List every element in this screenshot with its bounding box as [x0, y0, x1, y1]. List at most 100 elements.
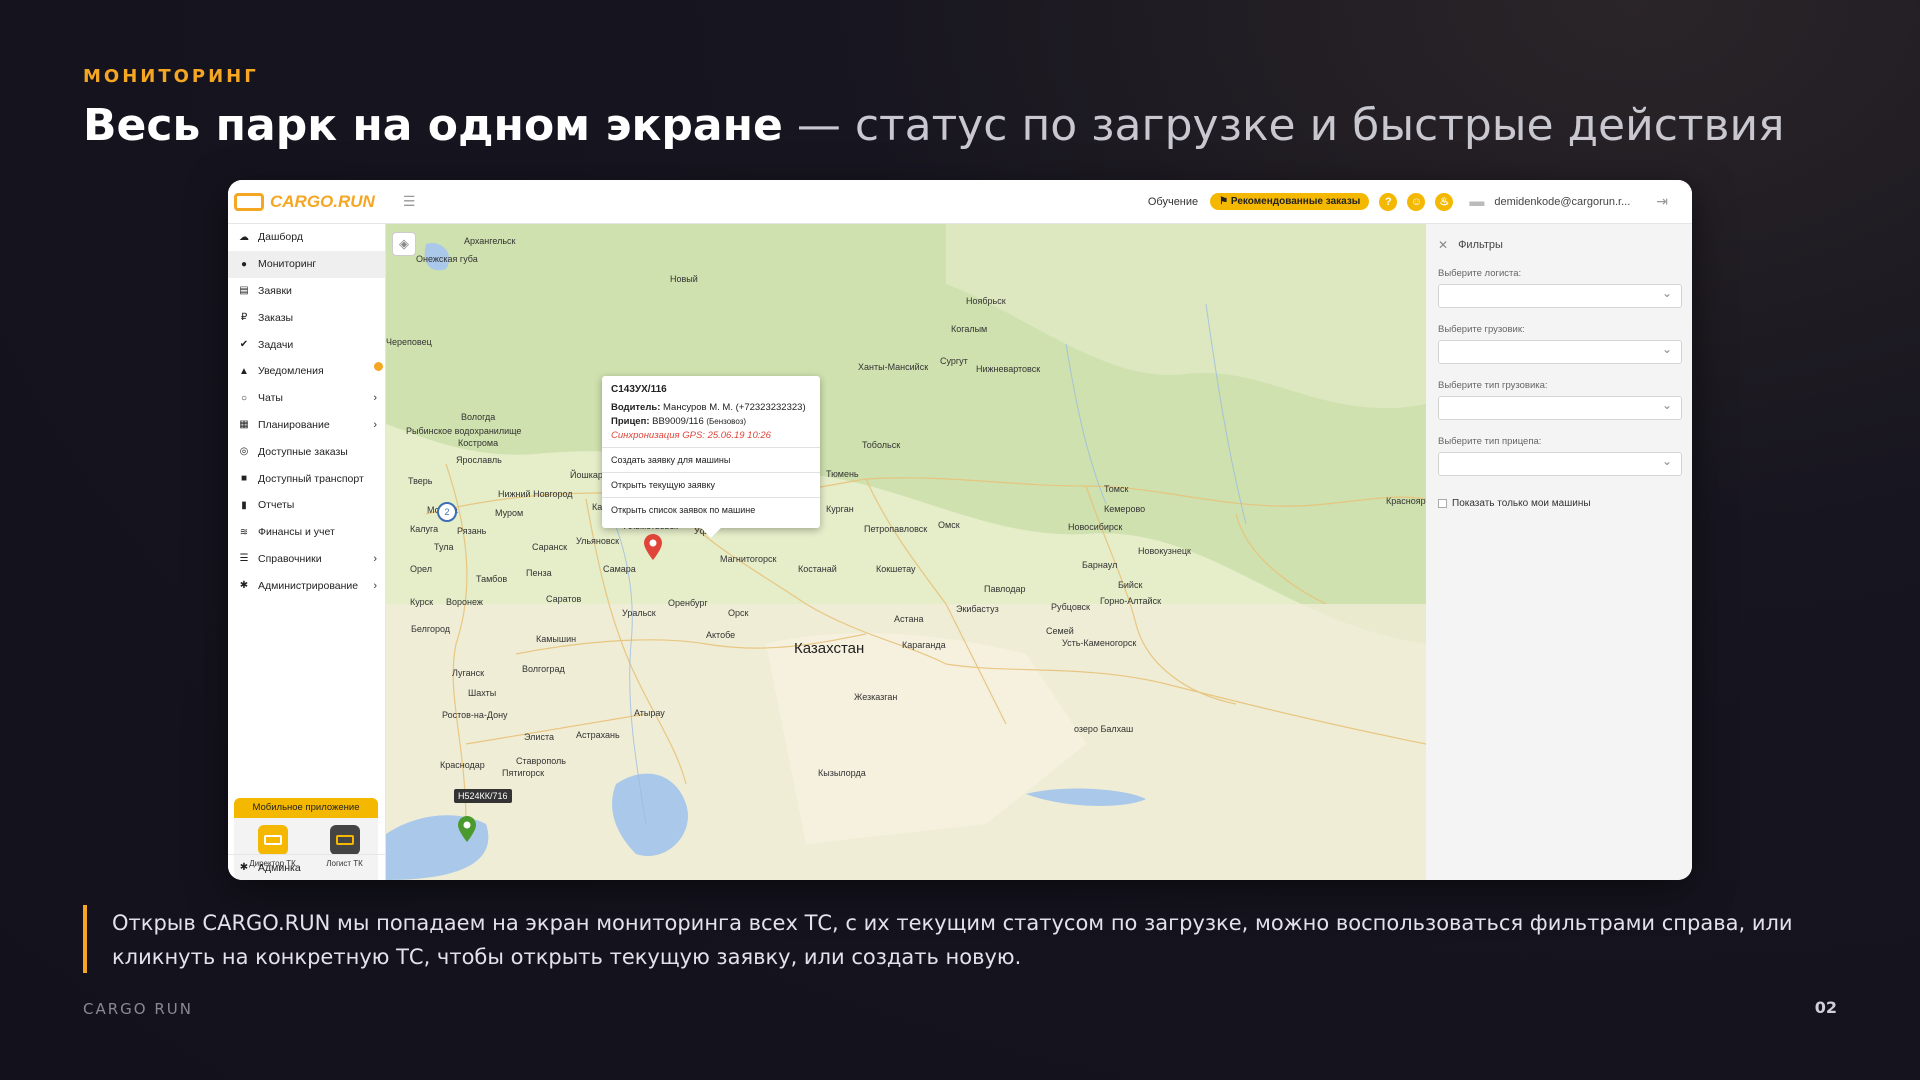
city-label: Ульяновск [576, 536, 620, 546]
city-label: Кызылорда [818, 768, 866, 778]
logist-select[interactable] [1438, 284, 1682, 308]
red-map-pin-icon[interactable] [644, 534, 662, 560]
sidebar-item-label: Задачи [258, 338, 294, 351]
user-email[interactable]: demidenkode@cargorun.r... [1494, 196, 1630, 208]
city-label: Курск [410, 597, 434, 607]
sidebar-item[interactable]: ₽ Заказы [228, 304, 385, 331]
city-label: Магнитогорск [720, 554, 777, 564]
city-label: Омск [938, 520, 960, 530]
city-label: Ставрополь [516, 756, 566, 766]
sidebar-item-label: Мониторинг [258, 258, 317, 271]
truck-plate-label: Н524КК/716 [454, 789, 512, 803]
city-label: Нижневартовск [976, 364, 1041, 374]
sidebar-menu: ☁ Дашборд ● Мониторинг ▤ Заявки ₽ Заказы ✔ Задачи… [228, 224, 385, 599]
close-icon[interactable]: ✕ [1438, 238, 1448, 252]
map-background [386, 224, 1426, 880]
sidebar-item[interactable]: ▲ Уведомления [228, 358, 385, 385]
city-label: Атырау [634, 708, 665, 718]
app-logo[interactable]: CARGO.RUN [234, 192, 375, 212]
popup-trailer-value: ВВ9009/116 [649, 416, 707, 427]
logo-text: CARGO.RUN [270, 191, 375, 211]
sidebar-item-label: Уведомления [258, 365, 324, 378]
city-label: Муром [495, 508, 524, 518]
sidebar-item[interactable]: ▮ Отчеты [228, 492, 385, 519]
gear-icon: ✱ [239, 862, 249, 873]
popup-trailer-label: Прицеп: [611, 416, 650, 427]
sidebar-item[interactable]: ☁ Дашборд [228, 224, 385, 251]
chat-bubble-icon[interactable]: ☺ [1407, 192, 1426, 211]
sidebar-item-admin[interactable]: ✱ Админка [228, 854, 386, 880]
dashboard-icon: ☁ [239, 231, 249, 243]
notification-dot [374, 361, 383, 371]
sidebar-item-label: Финансы и учет [258, 526, 335, 539]
finance-icon: ≋ [239, 526, 249, 538]
city-label: Элиста [524, 732, 554, 742]
city-label: Горно-Алтайск [1100, 596, 1162, 606]
layers-icon[interactable]: ◈ [392, 232, 416, 256]
footer-brand: CARGO RUN [83, 1000, 193, 1018]
cluster-marker[interactable]: 2 [437, 502, 457, 522]
sidebar-item[interactable]: ☰ Справочники › [228, 546, 385, 573]
menu-icon[interactable]: ☰ [403, 194, 416, 210]
trailer-type-select[interactable] [1438, 452, 1682, 476]
city-label: Кокшетау [876, 564, 916, 574]
city-label: Новокузнецк [1138, 546, 1191, 556]
city-label: Сургут [940, 356, 968, 366]
city-label: Жезказган [854, 692, 898, 702]
city-label: Орел [410, 564, 432, 574]
map-view[interactable]: ◈ Архангельск Онежская губа Новый Ноябрьск К… [386, 224, 1426, 880]
chevron-right-icon: › [373, 579, 377, 592]
city-label: Тюмень [826, 469, 859, 479]
learn-link[interactable]: Обучение [1148, 196, 1198, 208]
sidebar-item[interactable]: ▤ Заявки [228, 278, 385, 305]
only-mine-checkbox[interactable]: Показать только мои машины [1438, 498, 1692, 509]
city-label: Вологда [461, 412, 496, 422]
green-map-pin-icon[interactable] [458, 816, 476, 842]
app-screenshot: CARGO.RUN ☰ Обучение ⚑ Рекомендованные з… [228, 180, 1692, 880]
open-current-order-action[interactable]: Открыть текущую заявку [602, 472, 820, 497]
sidebar-item[interactable]: ○ Чаты › [228, 385, 385, 412]
city-label: Воронеж [446, 597, 483, 607]
city-label: Бийск [1118, 580, 1143, 590]
sidebar-item[interactable]: ● Мониторинг [228, 250, 385, 278]
truck-type-select[interactable] [1438, 396, 1682, 420]
truck-type-label: Выберите тип грузовика: [1438, 380, 1548, 391]
recommended-orders-button[interactable]: ⚑ Рекомендованные заказы [1210, 193, 1370, 210]
report-icon: ▮ [241, 499, 247, 511]
city-label: Новый [670, 274, 698, 284]
logout-icon[interactable]: ⇥ [1656, 193, 1668, 210]
flame-icon[interactable]: ♨ [1435, 192, 1454, 211]
city-label: Белгород [411, 624, 451, 634]
mobile-app-title: Мобильное приложение [234, 798, 378, 818]
compass-icon: ◎ [239, 446, 249, 458]
slide-eyebrow: МОНИТОРИНГ [83, 66, 259, 87]
sidebar-item[interactable]: ◎ Доступные заказы [228, 438, 385, 465]
city-label: Калуга [410, 524, 439, 534]
city-label: Барнаул [1082, 560, 1118, 570]
city-label: Астана [894, 614, 924, 624]
create-order-action[interactable]: Создать заявку для машины [602, 447, 820, 472]
help-icon[interactable]: ? [1379, 192, 1398, 211]
city-label: Оренбург [668, 598, 708, 608]
truck-select[interactable] [1438, 340, 1682, 364]
sidebar-item[interactable]: ≋ Финансы и учет [228, 519, 385, 546]
city-label: Рязань [457, 526, 487, 536]
sidebar-item[interactable]: ▦ Планирование › [228, 412, 385, 439]
sidebar-item-label: Доступные заказы [258, 445, 348, 458]
city-label: Актобе [706, 630, 736, 640]
sidebar-item-label: Доступный транспорт [258, 472, 364, 485]
city-label: Тобольск [862, 440, 901, 450]
sidebar-item[interactable]: ✱ Администрирование › [228, 572, 385, 599]
sidebar-item-label: Отчеты [258, 499, 295, 512]
city-label: Самара [603, 564, 636, 574]
city-label: Томск [1104, 484, 1129, 494]
slide-title-light: — статус по загрузке и быстрые действия [782, 100, 1785, 151]
director-app-icon [257, 825, 288, 855]
sidebar-item[interactable]: ✔ Задачи [228, 331, 385, 358]
truck-icon[interactable]: ▬ [1469, 193, 1484, 210]
list-icon: ☰ [239, 553, 249, 565]
chevron-right-icon: › [373, 392, 377, 405]
city-label: Камышин [536, 634, 577, 644]
calendar-icon: ▦ [239, 419, 249, 431]
sidebar-item[interactable]: ■ Доступный транспорт [228, 465, 385, 492]
